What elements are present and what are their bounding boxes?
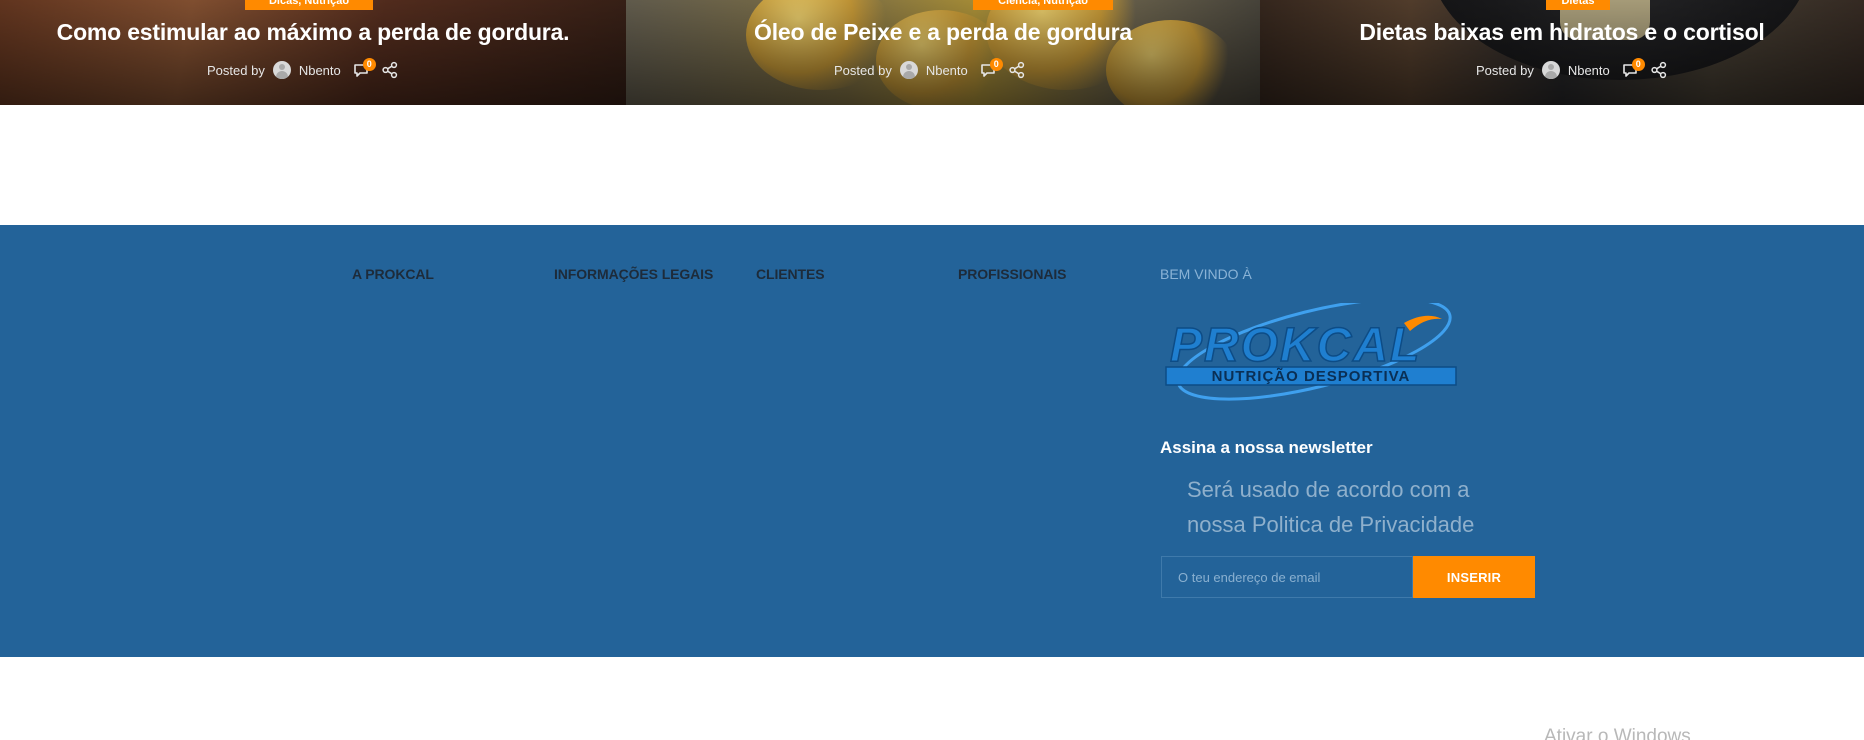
post-card[interactable]: Ciência, Nutrição Óleo de Peixe e a perd… xyxy=(626,0,1260,105)
comment-icon[interactable]: 0 xyxy=(980,58,1003,79)
newsletter-submit-button[interactable]: INSERIR xyxy=(1413,556,1535,598)
post-image-shade xyxy=(626,0,1260,105)
author-link[interactable]: Nbento xyxy=(1568,63,1610,78)
post-title[interactable]: Dietas baixas em hidratos e o cortisol xyxy=(1260,19,1864,46)
footer-heading-clients: CLIENTES xyxy=(756,266,825,282)
category-badge[interactable]: Dicas, Nutrição xyxy=(245,0,373,10)
featured-posts: Dicas, Nutrição Como estimular ao máximo… xyxy=(0,0,1864,105)
footer-heading-legal: INFORMAÇÕES LEGAIS xyxy=(554,266,714,282)
footer-heading-prokcal: A PROKCAL xyxy=(352,266,434,282)
category-badge[interactable]: Ciência, Nutrição xyxy=(973,0,1113,10)
post-image-shade xyxy=(0,0,626,105)
post-meta: Posted by Nbento 0 xyxy=(207,58,399,80)
post-title[interactable]: Óleo de Peixe e a perda de gordura xyxy=(626,19,1260,46)
post-meta: Posted by Nbento 0 xyxy=(834,58,1026,80)
post-image-shade xyxy=(1260,0,1864,105)
newsletter-email-input[interactable] xyxy=(1161,556,1413,598)
author-avatar xyxy=(1541,61,1560,79)
author-avatar xyxy=(899,61,918,79)
post-meta: Posted by Nbento 0 xyxy=(1476,58,1668,80)
posted-by-label: Posted by xyxy=(207,62,265,78)
share-icon[interactable] xyxy=(381,61,399,79)
share-icon[interactable] xyxy=(1008,61,1026,79)
comment-count-badge: 0 xyxy=(362,58,376,71)
footer-heading-professionals: PROFISSIONAIS xyxy=(958,266,1067,282)
comment-icon[interactable]: 0 xyxy=(353,58,376,79)
logo-tagline: NUTRIÇÃO DESPORTIVA xyxy=(1212,367,1411,385)
post-title[interactable]: Como estimular ao máximo a perda de gord… xyxy=(0,19,626,46)
logo-brand: PROKCAL xyxy=(1170,319,1421,372)
privacy-note[interactable]: Será usado de acordo com a nossa Politic… xyxy=(1187,472,1527,542)
welcome-label: BEM VINDO À xyxy=(1160,266,1252,282)
author-link[interactable]: Nbento xyxy=(926,63,968,78)
comment-icon[interactable]: 0 xyxy=(1622,58,1645,79)
site-footer: A PROKCAL INFORMAÇÕES LEGAIS CLIENTES PR… xyxy=(0,225,1864,657)
prokcal-logo[interactable]: PROKCAL NUTRIÇÃO DESPORTIVA xyxy=(1164,303,1460,403)
category-badge[interactable]: Dietas xyxy=(1546,0,1610,10)
posted-by-label: Posted by xyxy=(834,62,892,78)
comment-count-badge: 0 xyxy=(989,58,1003,71)
post-card[interactable]: Dietas Dietas baixas em hidratos e o cor… xyxy=(1260,0,1864,105)
share-icon[interactable] xyxy=(1650,61,1668,79)
post-card[interactable]: Dicas, Nutrição Como estimular ao máximo… xyxy=(0,0,626,105)
posted-by-label: Posted by xyxy=(1476,62,1534,78)
windows-activation-watermark: Ativar o Windows xyxy=(1544,726,1691,740)
newsletter-title: Assina a nossa newsletter xyxy=(1160,438,1373,457)
author-link[interactable]: Nbento xyxy=(299,63,341,78)
comment-count-badge: 0 xyxy=(1631,58,1645,71)
author-avatar xyxy=(272,61,291,79)
